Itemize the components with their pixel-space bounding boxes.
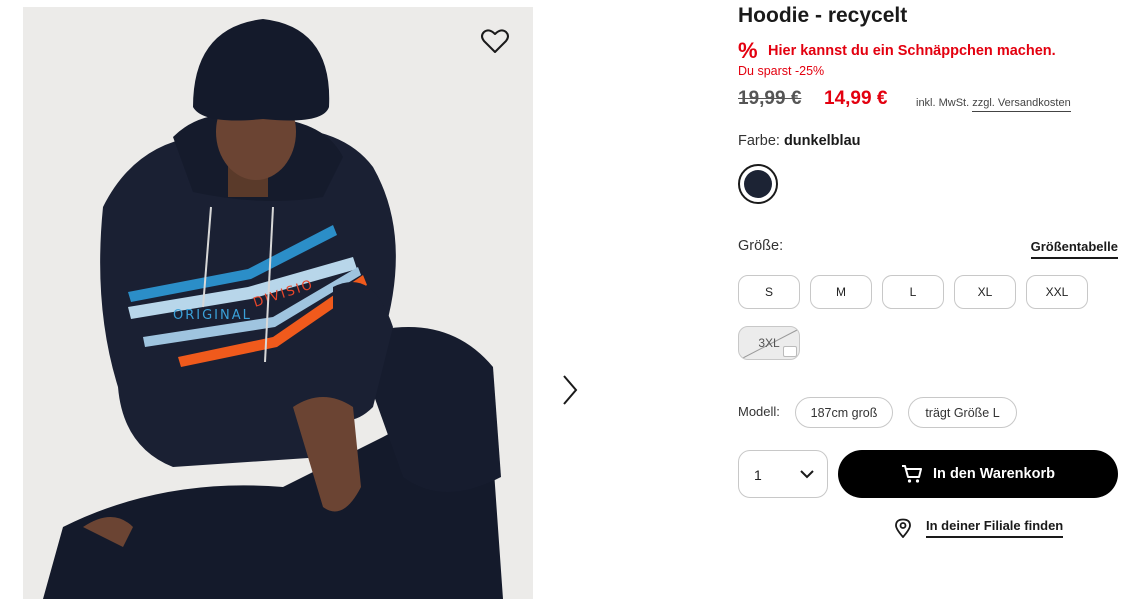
quantity-select[interactable]: 1 (738, 450, 828, 498)
product-photo: ORIGINAL DIVISIO (23, 7, 533, 599)
color-label: Farbe: dunkelblau (738, 133, 861, 149)
deal-banner: % Hier kannst du ein Schnäppchen machen. (738, 40, 1056, 62)
size-option-s[interactable]: S (738, 275, 800, 309)
percent-icon: % (738, 38, 758, 63)
product-image[interactable]: ORIGINAL DIVISIO (23, 7, 533, 599)
add-to-cart-button[interactable]: In den Warenkorb (838, 450, 1118, 498)
size-label: Größe: (738, 238, 784, 254)
wishlist-heart-icon[interactable] (479, 25, 511, 57)
chevron-down-icon (800, 470, 814, 479)
find-in-store-label: In deiner Filiale finden (926, 518, 1064, 538)
sale-price: 14,99 € (824, 88, 888, 109)
find-in-store-link[interactable]: In deiner Filiale finden (894, 518, 1064, 538)
deal-text: Hier kannst du ein Schnäppchen machen. (768, 43, 1056, 59)
svg-text:ORIGINAL: ORIGINAL (173, 308, 252, 323)
color-swatch-dunkelblau[interactable] (738, 164, 778, 204)
size-option-3xl-unavailable[interactable]: 3XL (738, 326, 800, 360)
old-price: 19,99 € (738, 88, 802, 109)
size-option-xl[interactable]: XL (954, 275, 1016, 309)
size-option-m[interactable]: M (810, 275, 872, 309)
size-option-l[interactable]: L (882, 275, 944, 309)
tax-note: inkl. MwSt. zzgl. Versandkosten (916, 97, 1071, 112)
savings-text: Du sparst -25% (738, 64, 825, 78)
quantity-value: 1 (754, 467, 762, 483)
map-pin-icon (895, 518, 911, 538)
cart-icon (902, 465, 923, 483)
add-to-cart-label: In den Warenkorb (933, 466, 1055, 482)
mail-icon (783, 346, 797, 357)
size-option-xxl[interactable]: XXL (1026, 275, 1088, 309)
size-option-3xl-label: 3XL (758, 336, 780, 350)
product-title: Hoodie - recycelt (738, 4, 908, 27)
tax-note-text: inkl. MwSt. (916, 97, 970, 109)
color-label-text: Farbe: (738, 133, 780, 149)
size-chart-link[interactable]: Größentabelle (1030, 239, 1118, 259)
product-info: Hoodie - recycelt % Hier kannst du ein S… (738, 0, 1118, 599)
selected-color: dunkelblau (783, 133, 861, 149)
model-size-badge: trägt Größe L (908, 397, 1017, 428)
shipping-costs-link[interactable]: zzgl. Versandkosten (972, 97, 1071, 112)
swatch-fill (744, 170, 772, 198)
model-height-badge: 187cm groß (795, 397, 893, 428)
model-label: Modell: (738, 404, 780, 419)
next-image-chevron-right-icon[interactable] (558, 372, 582, 408)
